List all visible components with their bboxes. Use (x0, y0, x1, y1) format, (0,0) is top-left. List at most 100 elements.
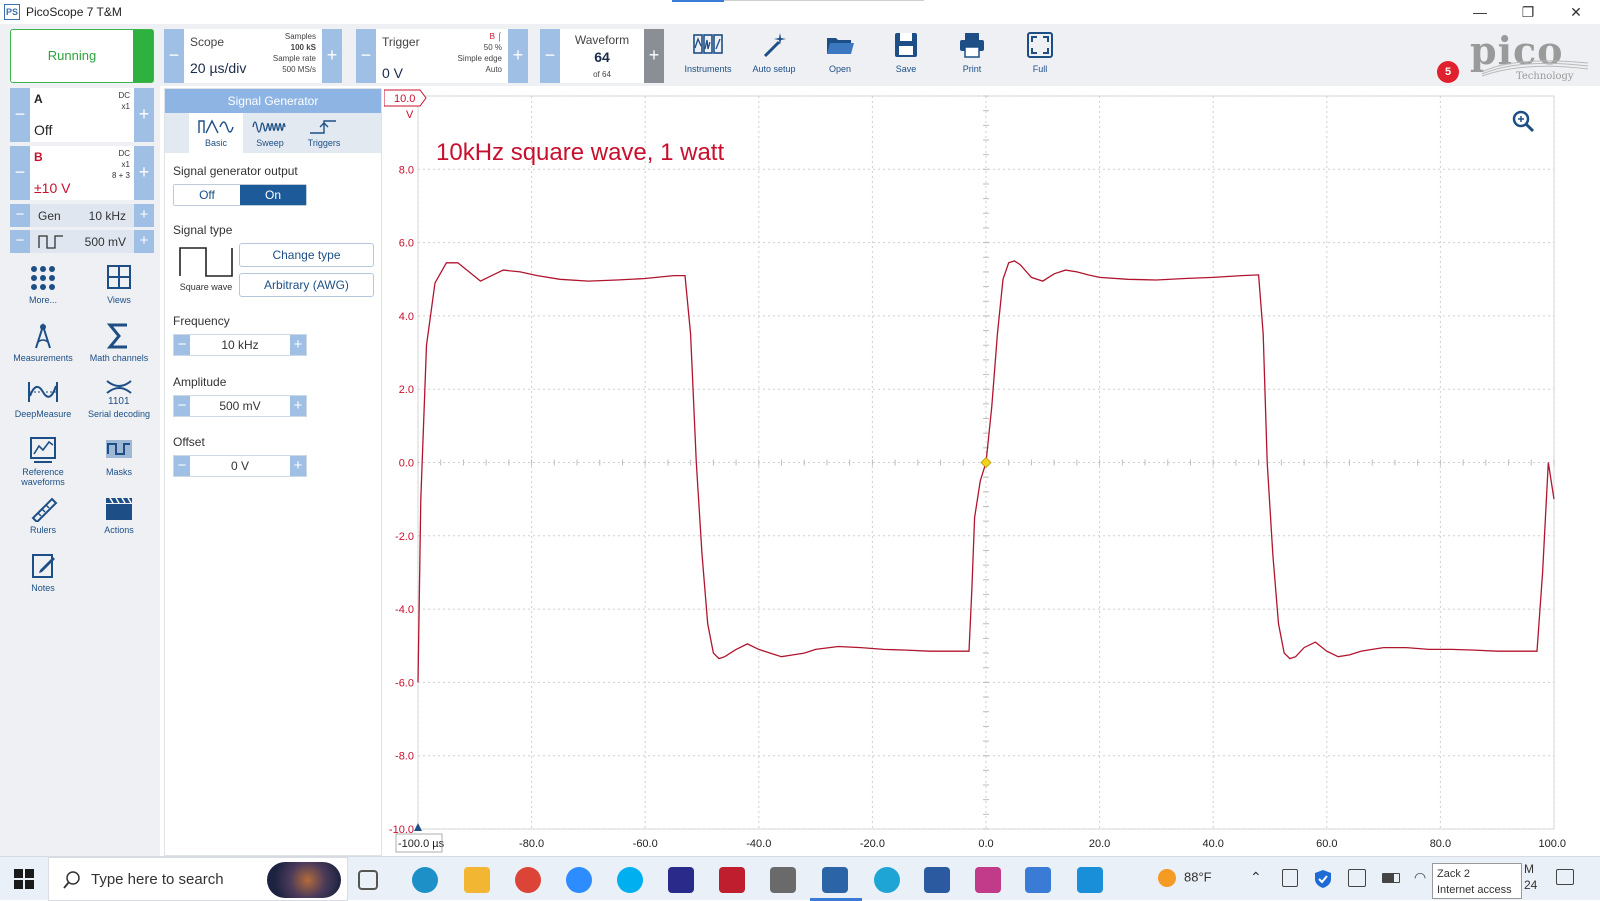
frequency-input[interactable]: 10 kHz (190, 335, 290, 355)
notes-button[interactable]: Notes (8, 552, 78, 593)
open-label: Open (828, 64, 852, 74)
trigger-increase-button[interactable]: + (508, 29, 528, 83)
serial-decoding-button[interactable]: 1101 Serial decoding (84, 378, 154, 419)
close-button[interactable]: ✕ (1552, 0, 1600, 24)
run-status-label: Running (47, 48, 97, 63)
channel-b-increase-button[interactable]: + (134, 146, 154, 200)
change-type-button[interactable]: Change type (239, 243, 374, 267)
tray-display-icon[interactable] (1348, 869, 1366, 887)
scope-chart[interactable]: 8.06.04.02.00.0-2.0-4.0-6.0-8.0-10.0 -80… (383, 88, 1600, 856)
channel-a-range[interactable]: Off (34, 122, 52, 138)
gen-amplitude-increase-button[interactable]: + (134, 230, 154, 253)
trigger-marker-icon[interactable] (980, 456, 992, 469)
channel-b-control[interactable]: − B DC x1 8 + 3 ±10 V + (10, 146, 154, 200)
skype-icon[interactable] (617, 867, 643, 893)
sample-rate-value[interactable]: 500 MS/s (273, 64, 316, 75)
offset-stepper[interactable]: − 0 V + (173, 455, 307, 477)
channel-a-decrease-button[interactable]: − (10, 88, 30, 142)
settings-app-icon[interactable] (874, 867, 900, 893)
measurements-button[interactable]: Measurements (8, 322, 78, 363)
scope-display[interactable]: 8.0 6.0 4.0 2.0 0.0 -2.0 -4.0 -6.0 -8.0 -10.0 -80… (383, 88, 1600, 856)
amplitude-decrease-button[interactable]: − (174, 396, 190, 416)
notification-center-icon[interactable] (1556, 869, 1574, 885)
tray-wifi-icon[interactable]: ◠ (1414, 869, 1426, 886)
gen-frequency-decrease-button[interactable]: − (10, 204, 30, 227)
actions-button[interactable]: Actions (84, 494, 154, 535)
gen-amplitude-value[interactable]: 500 mV (85, 235, 126, 249)
timebase-value[interactable]: 20 µs/div (190, 60, 246, 76)
output-toggle[interactable]: Off On (173, 184, 307, 206)
fra4ps-icon[interactable] (975, 867, 1001, 893)
frequency-decrease-button[interactable]: − (174, 335, 190, 355)
frequency-increase-button[interactable]: + (290, 335, 306, 355)
clock[interactable]: M 24 (1524, 861, 1537, 893)
gen-frequency-value[interactable]: 10 kHz (89, 209, 126, 223)
remote-desktop-icon[interactable] (1025, 867, 1051, 893)
trigger-decrease-button[interactable]: − (356, 29, 376, 83)
tray-chevron-icon[interactable]: ⌃ (1250, 869, 1262, 886)
tab-triggers[interactable]: Triggers (297, 113, 351, 153)
explorer-icon[interactable] (464, 867, 490, 893)
minimize-button[interactable]: — (1456, 0, 1504, 24)
network-analyzer-icon[interactable] (924, 867, 950, 893)
windows-start-icon[interactable] (14, 869, 34, 889)
more-button[interactable]: More... (8, 264, 78, 305)
amplitude-input[interactable]: 500 mV (190, 396, 290, 416)
deepmeasure-button[interactable]: DeepMeasure (8, 378, 78, 419)
trigger-channel-letter: B (489, 32, 495, 41)
x-tick-label: -20.0 (860, 838, 885, 850)
headphones-icon[interactable] (668, 867, 694, 893)
views-button[interactable]: Views (84, 264, 154, 305)
output-off-option[interactable]: Off (174, 185, 240, 205)
instruments-button[interactable]: Instruments (676, 28, 740, 84)
channel-b-decrease-button[interactable]: − (10, 146, 30, 200)
fullscreen-button[interactable]: Full (1008, 28, 1072, 84)
masks-button[interactable]: Masks (84, 436, 154, 477)
store-icon[interactable] (1077, 867, 1103, 893)
channel-b-range[interactable]: ±10 V (34, 180, 70, 196)
offset-decrease-button[interactable]: − (174, 456, 190, 476)
restore-button[interactable]: ❐ (1504, 0, 1552, 24)
timebase-decrease-button[interactable]: − (164, 29, 184, 83)
math-channels-button[interactable]: Math channels (84, 322, 154, 363)
open-button[interactable]: Open (808, 28, 872, 84)
run-stop-button[interactable]: Running (10, 29, 154, 83)
tray-battery-icon[interactable] (1382, 873, 1400, 883)
tab-sweep[interactable]: Sweep (243, 113, 297, 153)
weather-widget[interactable]: 88°F (1158, 869, 1212, 887)
trigger-level-value[interactable]: 0 V (382, 65, 403, 81)
zoom-icon[interactable] (1512, 110, 1535, 133)
timebase-increase-button[interactable]: + (322, 29, 342, 83)
gen-frequency-increase-button[interactable]: + (134, 204, 154, 227)
taskbar-search-box[interactable]: Type here to search (48, 857, 348, 901)
x-tick-label: -80.0 (519, 838, 544, 850)
tray-shield-icon[interactable] (1314, 869, 1332, 889)
notification-badge[interactable]: 5 (1437, 61, 1459, 83)
rulers-button[interactable]: Rulers (8, 494, 78, 535)
tab-basic[interactable]: Basic (189, 113, 243, 153)
samples-value[interactable]: 100 kS (273, 42, 316, 53)
chrome-icon[interactable] (515, 867, 541, 893)
calculator-icon[interactable] (770, 867, 796, 893)
amplitude-stepper[interactable]: − 500 mV + (173, 395, 307, 417)
auto-setup-button[interactable]: Auto setup (742, 28, 806, 84)
arbitrary-awg-button[interactable]: Arbitrary (AWG) (239, 273, 374, 297)
zoom-icon[interactable] (566, 867, 592, 893)
waveform-next-button[interactable]: + (644, 29, 664, 83)
gen-amplitude-decrease-button[interactable]: − (10, 230, 30, 253)
filezilla-icon[interactable] (719, 867, 745, 893)
print-button[interactable]: Print (940, 28, 1004, 84)
channel-a-increase-button[interactable]: + (134, 88, 154, 142)
save-button[interactable]: Save (874, 28, 938, 84)
offset-input[interactable]: 0 V (190, 456, 290, 476)
offset-increase-button[interactable]: + (290, 456, 306, 476)
reference-waveforms-button[interactable]: Reference waveforms (8, 436, 78, 487)
picoscope-icon[interactable] (822, 867, 848, 893)
edge-icon[interactable] (412, 867, 438, 893)
amplitude-increase-button[interactable]: + (290, 396, 306, 416)
frequency-stepper[interactable]: − 10 kHz + (173, 334, 307, 356)
tray-meet-icon[interactable] (1282, 869, 1298, 887)
task-view-icon[interactable] (358, 870, 378, 890)
output-on-option[interactable]: On (240, 185, 306, 205)
channel-a-control[interactable]: − A DC x1 Off + (10, 88, 154, 142)
